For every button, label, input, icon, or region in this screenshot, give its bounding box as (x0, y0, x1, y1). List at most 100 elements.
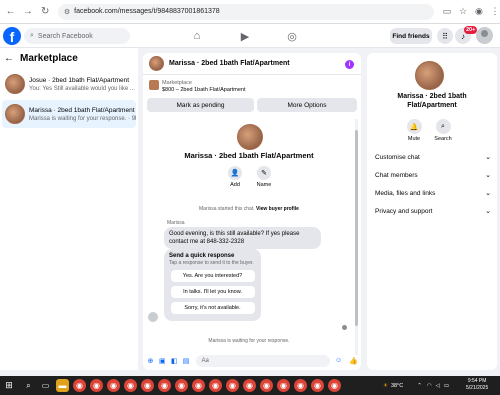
message-sender-name: Marissa (167, 220, 185, 226)
chrome-icon[interactable]: ◉ (277, 379, 290, 392)
windows-taskbar: ⊞ ⌕ ▭ ▬ ◉ ◉ ◉ ◉ ◉ ◉ ◉ ◉ ◉ ◉ ◉ ◉ ◉ ◉ ◉ ◉ … (0, 376, 500, 395)
chrome-icon[interactable]: ◉ (192, 379, 205, 392)
chrome-icon[interactable]: ◉ (73, 379, 86, 392)
add-person-icon: 👤 (228, 166, 242, 180)
chrome-icon[interactable]: ◉ (260, 379, 273, 392)
battery-icon[interactable]: ▭ (444, 383, 449, 389)
facebook-search-input[interactable]: ⌕ Search Facebook (24, 28, 130, 44)
quick-response-subtitle: Tap a response to send it to the buyer. (169, 260, 254, 266)
account-avatar[interactable] (476, 27, 493, 44)
chrome-icon[interactable]: ◉ (294, 379, 307, 392)
mute-action[interactable]: 🔔 Mute (403, 119, 425, 142)
system-tray: ☀ 38°C ⌃ ◠ ◁ ▭ (383, 376, 449, 395)
waiting-notice: Marissa is waiting for your response. (208, 338, 290, 344)
menu-grid-icon[interactable]: ⠿ (437, 28, 453, 44)
groups-icon[interactable]: ◎ (284, 28, 300, 44)
conversation-preview: Marissa is waiting for your response. · … (29, 115, 136, 122)
profile-icon[interactable]: ◉ (474, 6, 484, 17)
browser-menu-icon[interactable]: ⋮ (490, 6, 500, 17)
more-options-button[interactable]: More Options (257, 98, 357, 112)
chrome-icon[interactable]: ◉ (107, 379, 120, 392)
conversation-item[interactable]: Josue · 2bed 1bath Flat/Apartment You: Y… (2, 70, 136, 98)
conversation-item-active[interactable]: Marissa · 2bed 1bath Flat/Apartment Mari… (2, 100, 136, 128)
cast-icon[interactable]: ▭ (442, 6, 452, 17)
wifi-icon[interactable]: ◠ (427, 383, 432, 389)
sender-avatar (148, 312, 158, 322)
chrome-icon[interactable]: ◉ (311, 379, 324, 392)
search-action[interactable]: ⌕ Search (432, 119, 454, 142)
windows-start-icon[interactable]: ⊞ (0, 376, 18, 395)
chrome-icon[interactable]: ◉ (328, 379, 341, 392)
info-icon[interactable]: i (345, 60, 354, 69)
listing-detail[interactable]: $800 – 2bed 1bath Flat/Apartment (162, 87, 245, 93)
volume-icon[interactable]: ◁ (436, 383, 440, 389)
conversation-title: Marissa · 2bed 1bath Flat/Apartment (29, 106, 135, 114)
task-view-icon[interactable]: ▭ (39, 379, 52, 392)
address-bar[interactable]: ⚙ facebook.com/messages/t/98488370018613… (57, 3, 434, 20)
quick-response-option[interactable]: In talks. I'll let you know. (170, 286, 255, 298)
seen-indicator (342, 325, 347, 330)
quick-response-option[interactable]: Sorry, it's not available. (170, 302, 255, 314)
quick-response-option[interactable]: Yes. Are you interested? (170, 270, 255, 282)
message-input[interactable]: Aa (196, 354, 331, 367)
gif-icon[interactable]: ▤ (182, 356, 191, 365)
started-text: Marissa started this chat. (199, 206, 255, 212)
forward-arrow-icon[interactable]: → (21, 5, 34, 19)
customise-chat-section[interactable]: Customise chat ⌄ (375, 150, 491, 164)
reload-icon[interactable]: ↻ (39, 5, 52, 19)
chrome-icon[interactable]: ◉ (175, 379, 188, 392)
incoming-message-bubble: Good evening, is this still available? I… (164, 227, 321, 249)
chrome-icon[interactable]: ◉ (141, 379, 154, 392)
facebook-logo[interactable]: f (3, 27, 21, 45)
add-label: Add (230, 182, 240, 188)
details-profile-picture (415, 61, 444, 90)
thumbs-up-icon[interactable]: 👍 (349, 356, 358, 365)
chat-started-notice: Marissa started this chat. View buyer pr… (143, 206, 355, 212)
media-files-links-section[interactable]: Media, files and links ⌄ (375, 186, 491, 200)
chrome-icon[interactable]: ◉ (124, 379, 137, 392)
plus-circle-icon[interactable]: ⊕ (146, 356, 155, 365)
video-icon[interactable]: ▶ (237, 28, 253, 44)
section-label: Privacy and support (375, 207, 433, 215)
chat-scrollbar-thumb[interactable] (355, 130, 358, 326)
view-buyer-profile-link[interactable]: View buyer profile (256, 206, 299, 212)
file-explorer-icon[interactable]: ▬ (56, 379, 69, 392)
marketplace-title: Marketplace (20, 52, 78, 64)
bookmark-star-icon[interactable]: ☆ (458, 6, 468, 17)
clock-date: 5/21/2025 (466, 385, 489, 391)
privacy-support-section[interactable]: Privacy and support ⌄ (375, 204, 491, 218)
site-info-icon[interactable]: ⚙ (64, 8, 70, 16)
sticker-icon[interactable]: ◧ (170, 356, 179, 365)
emoji-icon[interactable]: ☺ (334, 356, 343, 365)
search-placeholder: Search Facebook (37, 32, 93, 40)
name-action[interactable]: ✎ Name (254, 166, 274, 188)
back-arrow-icon[interactable]: ← (4, 53, 14, 64)
mark-as-pending-button[interactable]: Mark as pending (147, 98, 254, 112)
system-clock[interactable]: 9:54 PM 5/21/2025 (466, 378, 488, 392)
weather-temp[interactable]: 38°C (391, 383, 403, 389)
chrome-icon[interactable]: ◉ (209, 379, 222, 392)
add-action[interactable]: 👤 Add (225, 166, 245, 188)
chrome-icon[interactable]: ◉ (158, 379, 171, 392)
message-composer: ⊕ ▣ ◧ ▤ Aa ☺ 👍 (143, 351, 361, 370)
home-icon[interactable]: ⌂ (189, 28, 205, 44)
chat-header-title[interactable]: Marissa · 2bed 1bath Flat/Apartment (169, 60, 290, 67)
details-title: Marissa · 2bed 1bath Flat/Apartment (397, 93, 467, 109)
facebook-logo-letter: f (9, 29, 15, 45)
find-friends-button[interactable]: Find friends (390, 28, 432, 44)
marketplace-header: ← Marketplace (0, 48, 138, 68)
chrome-icon[interactable]: ◉ (90, 379, 103, 392)
back-arrow-icon[interactable]: ← (4, 5, 17, 19)
chat-profile-title: Marissa · 2bed 1bath Flat/Apartment (184, 151, 314, 160)
image-icon[interactable]: ▣ (158, 356, 167, 365)
listing-thumbnail (5, 74, 25, 94)
chat-header-thumbnail[interactable] (149, 56, 164, 71)
chrome-icon[interactable]: ◉ (243, 379, 256, 392)
section-label: Media, files and links (375, 189, 436, 197)
chrome-icon[interactable]: ◉ (226, 379, 239, 392)
chat-members-section[interactable]: Chat members ⌄ (375, 168, 491, 182)
facebook-top-bar: f ⌕ Search Facebook ⌂ ▶ ◎ Find friends ⠿… (0, 24, 500, 48)
tray-chevron-icon[interactable]: ⌃ (417, 383, 422, 389)
search-icon[interactable]: ⌕ (22, 379, 35, 392)
search-label: Search (434, 136, 452, 142)
